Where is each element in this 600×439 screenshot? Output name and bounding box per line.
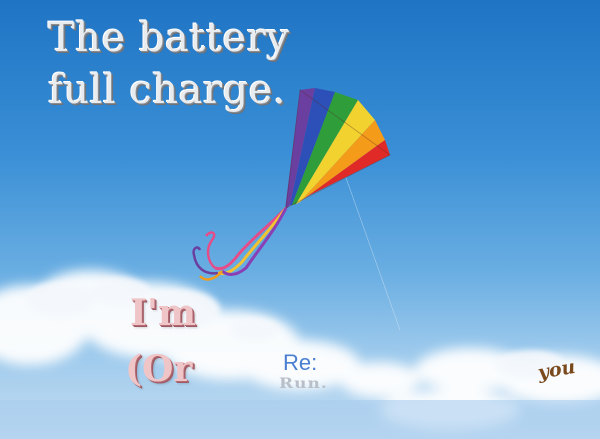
text-or: (Or (125, 348, 193, 390)
text-re: Re: (283, 350, 318, 375)
headline-line-2: full charge. (48, 67, 286, 113)
text-run: Run. (279, 376, 328, 392)
text-im: I'm (130, 292, 196, 334)
headline-line-1: The battery (48, 15, 290, 61)
photo-scene: The battery full charge. I'm (Or Re: Run… (0, 0, 600, 439)
